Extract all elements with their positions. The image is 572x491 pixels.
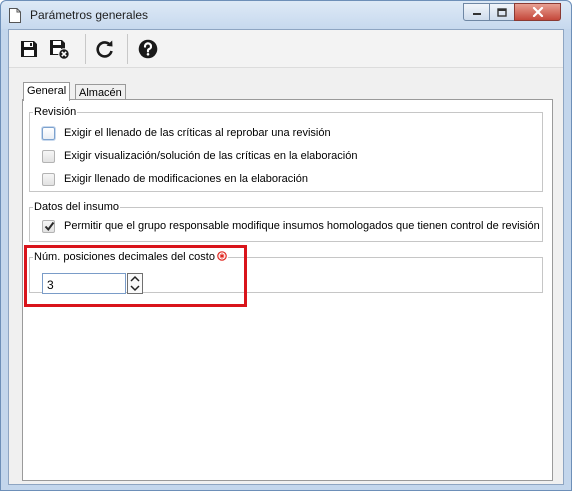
revision-option-2[interactable]: Exigir visualización/solución de las crí… <box>42 148 357 164</box>
decimales-stepper[interactable] <box>127 273 143 294</box>
close-button[interactable] <box>514 3 561 21</box>
chevron-down-icon <box>130 285 140 292</box>
toolbar <box>9 30 563 68</box>
tab-general[interactable]: General <box>23 82 71 101</box>
decimales-input[interactable] <box>42 273 126 294</box>
maximize-button[interactable] <box>489 3 515 21</box>
decimales-group: Núm. posiciones decimales del costo <box>29 251 543 294</box>
save-and-close-button[interactable] <box>47 37 71 61</box>
refresh-button[interactable] <box>93 37 117 61</box>
revision-option-1[interactable]: Exigir el llenado de las críticas al rep… <box>42 125 331 141</box>
close-icon <box>532 7 543 17</box>
revision-option-3[interactable]: Exigir llenado de modificaciones en la e… <box>42 171 308 187</box>
window-title: Parámetros generales <box>30 8 149 22</box>
checkbox-label: Exigir visualización/solución de las crí… <box>64 150 358 162</box>
minimize-icon <box>472 13 481 15</box>
checkbox-label: Permitir que el grupo responsable modifi… <box>64 220 540 232</box>
required-icon <box>217 251 227 261</box>
decimales-label: Núm. posiciones decimales del costo <box>34 251 215 263</box>
minimize-button[interactable] <box>463 3 490 21</box>
tab-panel-general: Revisión Exigir el llenado de las crític… <box>22 99 553 481</box>
maximize-icon <box>497 7 507 17</box>
save-close-icon <box>50 40 70 60</box>
chevron-up-icon <box>130 275 140 282</box>
stepper-down-button[interactable] <box>128 284 142 293</box>
title-bar[interactable]: Parámetros generales <box>1 1 571 29</box>
refresh-icon <box>96 40 113 58</box>
toolbar-separator <box>85 34 86 64</box>
dialog-client-area: General Almacén Revisión Exigir el llena… <box>8 29 564 485</box>
revision-legend: Revisión <box>33 106 78 119</box>
insumo-group: Datos del insumo Permitir que el grupo r… <box>29 201 543 242</box>
save-button[interactable] <box>17 37 41 61</box>
decimales-legend: Núm. posiciones decimales del costo <box>33 251 228 264</box>
insumo-legend: Datos del insumo <box>33 201 120 214</box>
insumo-option-1[interactable]: Permitir que el grupo responsable modifi… <box>42 218 540 234</box>
help-icon <box>138 39 158 59</box>
window: Parámetros generales General Almacén Rev… <box>0 0 572 491</box>
document-icon <box>9 8 21 23</box>
checkbox-checked[interactable] <box>42 219 55 233</box>
save-icon <box>21 41 37 57</box>
tab-almacen[interactable]: Almacén <box>75 84 126 100</box>
revision-group: Revisión Exigir el llenado de las crític… <box>29 106 543 192</box>
checkbox[interactable] <box>42 172 55 186</box>
checkbox[interactable] <box>42 126 55 140</box>
stepper-up-button[interactable] <box>128 274 142 283</box>
toolbar-separator <box>127 34 128 64</box>
checkmark-icon <box>44 221 55 231</box>
checkbox-label: Exigir llenado de modificaciones en la e… <box>64 173 308 185</box>
checkbox-label: Exigir el llenado de las críticas al rep… <box>64 127 331 139</box>
checkbox[interactable] <box>42 149 55 163</box>
help-button[interactable] <box>136 37 160 61</box>
